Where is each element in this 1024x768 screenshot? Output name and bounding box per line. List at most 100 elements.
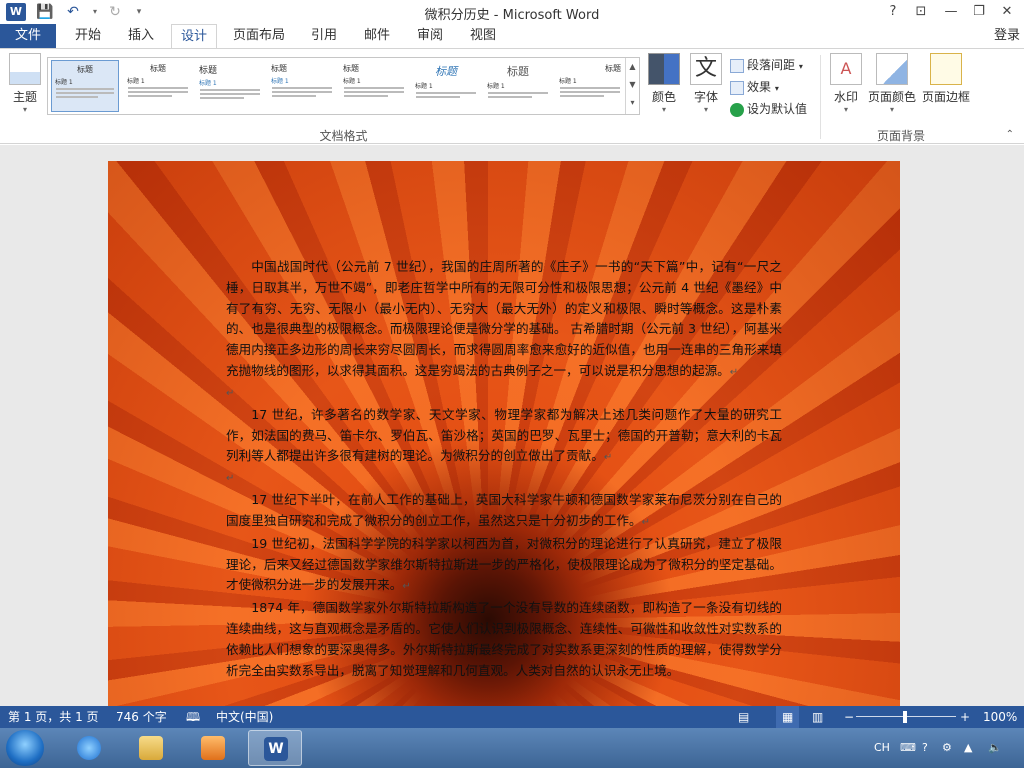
tab-insert[interactable]: 插入 xyxy=(118,24,164,48)
style-set-gallery[interactable]: 标题 标题 1 标题 标题 1 标题 标题 1 标题 标题 1 标题 标题 1 … xyxy=(47,57,640,115)
tab-view[interactable]: 视图 xyxy=(461,24,505,48)
tab-home[interactable]: 开始 xyxy=(64,24,112,48)
watermark-button[interactable]: A 水印 ▾ xyxy=(830,53,862,114)
paragraph-spacing-button[interactable]: 段落间距 ▾ xyxy=(730,55,803,75)
style-thumb[interactable]: 标题 标题 1 xyxy=(412,60,480,112)
gallery-scroll-down-icon[interactable]: ▼ xyxy=(626,76,639,94)
thumb-title: 标题 xyxy=(199,66,218,76)
paragraph[interactable]: 17 世纪下半叶，在前人工作的基础上，英国大科学家牛顿和德国数学家莱布尼茨分别在… xyxy=(226,490,782,534)
zoom-out-icon[interactable]: − xyxy=(844,706,854,728)
taskbar-file-explorer[interactable] xyxy=(124,730,178,766)
word-logo-icon[interactable]: W xyxy=(6,3,26,21)
proofing-icon[interactable]: 🕮 xyxy=(186,706,200,728)
page-borders-button[interactable]: 页面边框 xyxy=(920,53,972,105)
thumb-subtitle: 标题 1 xyxy=(271,78,289,85)
themes-button[interactable]: 主题 ▾ xyxy=(6,53,44,114)
gallery-scroll-up-icon[interactable]: ▲ xyxy=(626,58,639,76)
customize-quick-access-icon[interactable]: ▾ xyxy=(128,2,150,22)
effects-button[interactable]: 效果 ▾ xyxy=(730,77,779,97)
media-player-icon xyxy=(201,736,225,760)
page-count[interactable]: 第 1 页，共 1 页 xyxy=(8,706,99,728)
collapse-ribbon-icon[interactable]: ⌃ xyxy=(1006,129,1014,140)
minimize-button[interactable]: — xyxy=(938,2,964,22)
colors-button[interactable]: 颜色 ▾ xyxy=(646,53,682,114)
keyboard-icon[interactable]: ⌨ xyxy=(900,741,916,754)
style-thumb[interactable]: 标题 标题 1 xyxy=(51,60,119,112)
document-workspace[interactable]: 中国战国时代（公元前 7 世纪），我国的庄周所著的《庄子》一书的“天下篇”中，记… xyxy=(0,145,1024,706)
document-formatting-group-label: 文档格式 xyxy=(319,129,368,143)
empty-paragraph[interactable]: ↵ xyxy=(226,469,782,490)
page-color-icon xyxy=(876,53,908,85)
web-layout-icon[interactable]: ▥ xyxy=(812,706,823,728)
settings-tray-icon[interactable]: ⚙ xyxy=(942,741,952,754)
taskbar-internet-explorer[interactable] xyxy=(62,730,116,766)
tab-page-layout[interactable]: 页面布局 xyxy=(226,24,292,48)
input-language-indicator[interactable]: CH xyxy=(874,741,890,754)
system-tray: CH ⌨ ? ⚙ ▲ 🔈 xyxy=(868,728,1018,768)
effects-icon xyxy=(730,80,744,95)
paragraph[interactable]: 中国战国时代（公元前 7 世纪），我国的庄周所著的《庄子》一书的“天下篇”中，记… xyxy=(226,257,782,384)
start-button[interactable] xyxy=(6,730,44,766)
page-color-label: 页面颜色 xyxy=(867,90,916,104)
group-separator xyxy=(820,55,821,139)
thumb-subtitle: 标题 1 xyxy=(343,78,361,85)
style-thumb[interactable]: 标题 标题 1 xyxy=(556,60,624,112)
tab-file[interactable]: 文件 xyxy=(0,24,56,48)
ribbon-display-options-button[interactable]: ⊡ xyxy=(908,2,934,22)
zoom-slider-thumb[interactable] xyxy=(903,711,907,723)
undo-dropdown-icon[interactable]: ▾ xyxy=(84,2,106,22)
style-thumb[interactable]: 标题 标题 1 xyxy=(340,60,408,112)
document-page[interactable]: 中国战国时代（公元前 7 世纪），我国的庄周所著的《庄子》一书的“天下篇”中，记… xyxy=(108,161,900,706)
help-tray-icon[interactable]: ? xyxy=(922,741,928,754)
paragraph[interactable]: 1874 年，德国数学家外尔斯特拉斯构造了一个没有导数的连续函数，即构造了一条没… xyxy=(226,598,782,681)
help-button[interactable]: ? xyxy=(880,2,906,22)
thumb-subtitle: 标题 1 xyxy=(55,79,73,86)
style-thumb[interactable]: 标题 标题 1 xyxy=(268,60,336,112)
page-borders-icon xyxy=(930,53,962,85)
style-thumb[interactable]: 标题 标题 1 xyxy=(124,60,192,112)
redo-icon[interactable]: ↻ xyxy=(104,2,126,22)
print-layout-icon[interactable]: ▦ xyxy=(776,706,800,728)
style-thumb[interactable]: 标题 标题 1 xyxy=(196,60,264,112)
watermark-label: 水印 xyxy=(833,90,858,104)
restore-button[interactable]: ❐ xyxy=(966,2,992,22)
fonts-button[interactable]: 文 字体 ▾ xyxy=(688,53,724,114)
login-link[interactable]: 登录 xyxy=(994,24,1020,48)
paragraph[interactable]: 17 世纪，许多著名的数学家、天文学家、物理学家都为解决上述几类问题作了大量的研… xyxy=(226,405,782,469)
tab-references[interactable]: 引用 xyxy=(302,24,346,48)
show-hidden-icons-icon[interactable]: ▲ xyxy=(964,741,972,754)
themes-label: 主题 xyxy=(12,90,37,104)
empty-paragraph[interactable]: ↵ xyxy=(226,384,782,405)
thumb-title: 标题 xyxy=(507,65,529,78)
checkmark-icon xyxy=(730,102,744,117)
language-indicator[interactable]: 中文(中国) xyxy=(216,706,273,728)
zoom-level[interactable]: 100% xyxy=(983,706,1017,728)
read-mode-icon[interactable]: ▤ xyxy=(738,706,749,728)
thumb-title: 标题 xyxy=(343,64,359,73)
status-bar: 第 1 页，共 1 页 746 个字 🕮 中文(中国) ▤ ▦ ▥ − + 10… xyxy=(0,706,1024,728)
style-thumb[interactable]: 标题 标题 1 xyxy=(484,60,552,112)
word-count[interactable]: 746 个字 xyxy=(116,706,167,728)
tab-design[interactable]: 设计 xyxy=(171,24,217,49)
zoom-in-icon[interactable]: + xyxy=(960,706,970,728)
document-body[interactable]: 中国战国时代（公元前 7 世纪），我国的庄周所著的《庄子》一书的“天下篇”中，记… xyxy=(226,257,782,681)
fonts-icon: 文 xyxy=(690,53,722,85)
close-button[interactable]: ✕ xyxy=(994,2,1020,22)
volume-icon[interactable]: 🔈 xyxy=(988,741,1002,754)
page-color-button[interactable]: 页面颜色 ▾ xyxy=(866,53,918,114)
taskbar-media-player[interactable] xyxy=(186,730,240,766)
gallery-more-icon[interactable]: ▾ xyxy=(626,94,639,112)
watermark-icon: A xyxy=(830,53,862,85)
tab-mailings[interactable]: 邮件 xyxy=(355,24,399,48)
ribbon: 主题 ▾ 标题 标题 1 标题 标题 1 标题 标题 1 标题 标题 1 标题 … xyxy=(0,48,1024,144)
word-taskbar-icon: W xyxy=(264,737,288,761)
thumb-title: 标题 xyxy=(150,64,166,73)
save-icon[interactable]: 💾 xyxy=(34,2,56,22)
tab-review[interactable]: 审阅 xyxy=(408,24,452,48)
taskbar-word[interactable]: W xyxy=(248,730,302,766)
undo-icon[interactable]: ↶ xyxy=(62,2,84,22)
thumb-subtitle: 标题 1 xyxy=(415,83,433,90)
windows-taskbar: W CH ⌨ ? ⚙ ▲ 🔈 xyxy=(0,728,1024,768)
paragraph[interactable]: 19 世纪初，法国科学学院的科学家以柯西为首，对微积分的理论进行了认真研究，建立… xyxy=(226,534,782,598)
set-as-default-button[interactable]: 设为默认值 xyxy=(730,99,807,119)
